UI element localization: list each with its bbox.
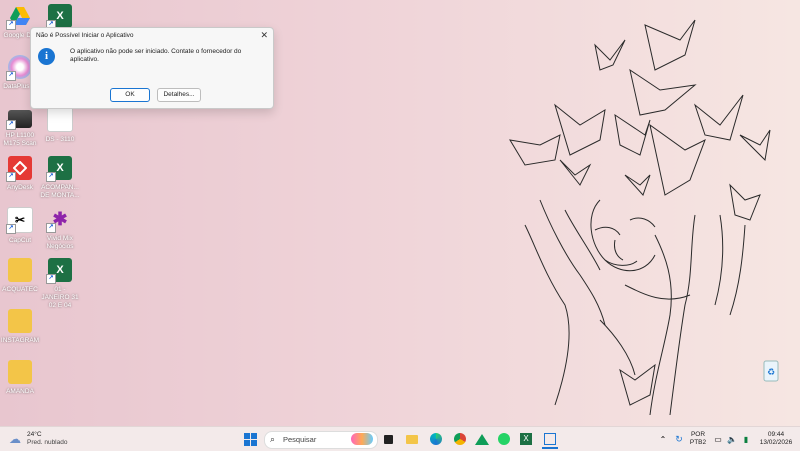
search-icon: ⌕ bbox=[270, 434, 276, 444]
vivid-person-icon: ✱ ↗ bbox=[46, 207, 72, 233]
excel-icon: X ↗ bbox=[46, 258, 72, 284]
file-explorer-button[interactable] bbox=[404, 431, 420, 447]
folder-icon bbox=[8, 309, 32, 333]
acquatec-folder[interactable]: ACQUATEC bbox=[0, 258, 40, 294]
edge-icon bbox=[430, 433, 442, 445]
capcut-icon: ✂ ↗ bbox=[6, 207, 33, 234]
capcut-shortcut[interactable]: ✂ ↗ CapCut bbox=[0, 207, 40, 245]
task-view-icon bbox=[383, 434, 393, 444]
battery-icon[interactable]: ▮ bbox=[738, 431, 754, 447]
ok-button[interactable]: OK bbox=[110, 88, 150, 102]
instagram-folder[interactable]: INSTAGRAM bbox=[0, 309, 40, 345]
google-drive-icon bbox=[475, 433, 489, 445]
wallpaper-line-art bbox=[509, 19, 771, 416]
folder-icon bbox=[8, 258, 32, 282]
excel-icon: X ↗ bbox=[46, 156, 72, 182]
task-view-button[interactable] bbox=[380, 431, 396, 447]
vivid-mix-shortcut[interactable]: ✱ ↗ Vivid Mix Negócios bbox=[40, 207, 80, 251]
sync-icon[interactable]: ↻ bbox=[671, 431, 687, 447]
taskbar-search[interactable]: ⌕ Pesquisar bbox=[264, 431, 378, 449]
anydesk-shortcut[interactable]: ↗ AnyDesk bbox=[0, 156, 40, 192]
excel-file-shortcut[interactable]: X ↗ bbox=[40, 4, 80, 30]
folder-icon bbox=[406, 434, 418, 444]
whatsapp-button[interactable] bbox=[496, 431, 512, 447]
scanner-icon: ↗ bbox=[6, 110, 32, 130]
details-button[interactable]: Detalhes... bbox=[157, 88, 201, 102]
weather-condition: Pred. nublado bbox=[27, 439, 68, 446]
app-error-button[interactable] bbox=[542, 431, 558, 449]
search-highlight-icon bbox=[351, 433, 373, 445]
chevron-up-icon[interactable]: ⌃ bbox=[655, 431, 671, 447]
clock[interactable]: 09:44 13/02/2026 bbox=[755, 431, 797, 447]
drive-button[interactable] bbox=[474, 431, 490, 447]
janeiro-excel[interactable]: X ↗ 01 - JANEIRO 31 02 E 04 bbox=[40, 258, 80, 310]
excel-icon: X bbox=[520, 433, 532, 445]
windows-icon bbox=[243, 432, 257, 446]
chrome-icon bbox=[454, 433, 466, 445]
recycle-bin[interactable]: ♻ bbox=[762, 358, 780, 382]
ds-3110-pdf[interactable]: PDF DS - 3110 bbox=[40, 106, 80, 144]
cloud-icon: ☁ bbox=[9, 432, 21, 446]
taskbar: ☁ 24°C Pred. nublado ⌕ Pesquisar X ⌃ ↻ P… bbox=[0, 426, 800, 451]
window-icon bbox=[544, 433, 556, 445]
clock-date: 13/02/2026 bbox=[759, 439, 793, 446]
dialog-message: O aplicativo não pode ser iniciado. Cont… bbox=[70, 48, 242, 63]
whatsapp-icon bbox=[498, 433, 510, 445]
keyboard-layout: PTB2 bbox=[689, 439, 707, 446]
edge-button[interactable] bbox=[428, 431, 444, 447]
info-icon: i bbox=[38, 48, 55, 65]
close-icon[interactable]: ✕ bbox=[260, 30, 268, 41]
pdf-icon: PDF bbox=[47, 106, 73, 132]
excel-icon: X ↗ bbox=[46, 4, 72, 30]
error-dialog: Não é Possível Iniciar o Aplicativo ✕ i … bbox=[30, 27, 274, 109]
hp-scan-shortcut[interactable]: ↗ HP L1100 M175 Scan bbox=[0, 106, 40, 148]
anydesk-icon: ↗ bbox=[6, 156, 32, 182]
excel-button[interactable]: X bbox=[518, 431, 534, 447]
acompanhamento-excel[interactable]: X ↗ ACOMPAN... DE MONTA... bbox=[40, 156, 80, 200]
google-drive-icon: ↗ bbox=[6, 4, 32, 30]
clock-time: 09:44 bbox=[767, 431, 785, 438]
amanda-folder[interactable]: AMANDA bbox=[0, 360, 40, 396]
chrome-button[interactable] bbox=[452, 431, 468, 447]
start-button[interactable] bbox=[242, 431, 258, 447]
recycle-bin-icon: ♻ bbox=[763, 360, 779, 382]
folder-icon bbox=[8, 360, 32, 384]
dataplus-icon: ↗ bbox=[6, 55, 32, 81]
dialog-title: Não é Possível Iniciar o Aplicativo bbox=[36, 32, 134, 39]
language-code: POR bbox=[690, 431, 706, 438]
weather-temp: 24°C bbox=[27, 431, 42, 438]
svg-text:♻: ♻ bbox=[767, 368, 775, 378]
search-placeholder: Pesquisar bbox=[283, 435, 317, 444]
language-indicator[interactable]: POR PTB2 bbox=[688, 431, 708, 447]
